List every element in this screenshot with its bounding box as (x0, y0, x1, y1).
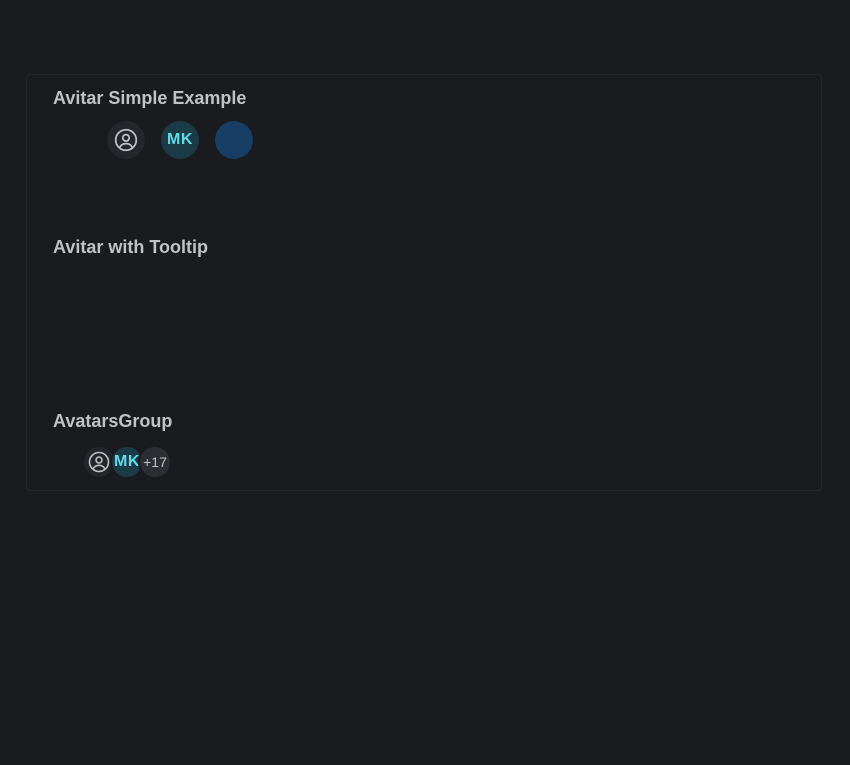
demo-card: Avitar Simple Example MK Avitar with Too… (26, 74, 822, 491)
avatar-placeholder (107, 121, 145, 159)
section-title-group: AvatarsGroup (53, 411, 173, 431)
user-circle-icon (88, 451, 110, 473)
user-circle-icon (114, 128, 138, 152)
section-title-tooltip: Avitar with Tooltip (53, 237, 208, 257)
group-more-label: +17 (143, 454, 167, 470)
avatar-initials-label: MK (167, 131, 193, 148)
avatar-color (215, 121, 253, 159)
avatar-initials: MK (161, 121, 199, 159)
group-avatar-more-count: +17 (138, 445, 172, 479)
group-avatar-initials-label: MK (114, 453, 140, 470)
section-title-simple: Avitar Simple Example (53, 88, 247, 108)
